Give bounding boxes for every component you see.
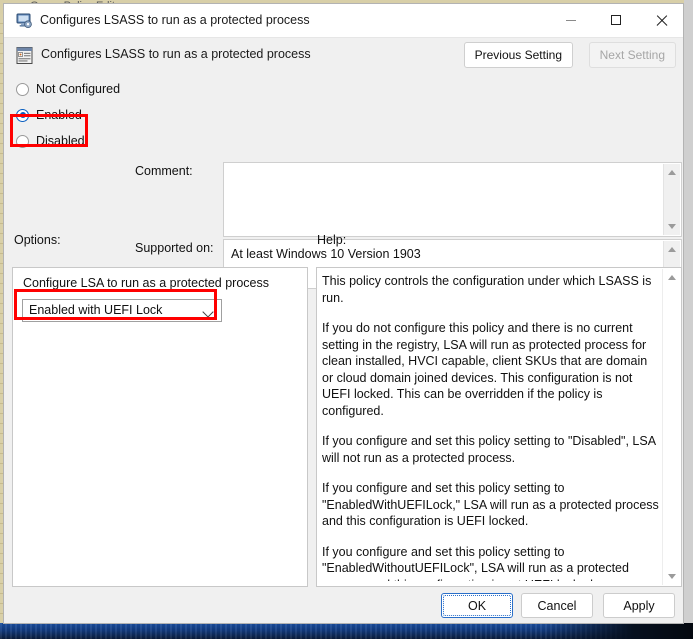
help-paragraph: If you configure and set this policy set… <box>322 481 659 528</box>
window-title: Configures LSASS to run as a protected p… <box>40 13 310 27</box>
supported-on-value: At least Windows 10 Version 1903 <box>231 247 421 261</box>
apply-button[interactable]: Apply <box>603 593 675 618</box>
radio-not-configured-label: Not Configured <box>36 82 121 96</box>
radio-not-configured-mark <box>16 82 29 96</box>
scroll-up-icon[interactable] <box>668 247 676 252</box>
options-section-label: Options: <box>14 233 61 247</box>
option-setting-label: Configure LSA to run as a protected proc… <box>23 276 269 290</box>
supported-on-label: Supported on: <box>135 241 214 255</box>
help-paragraph: If you do not configure this policy and … <box>322 321 648 418</box>
radio-disabled[interactable]: Disabled <box>16 134 85 148</box>
help-paragraph: If you configure and set this policy set… <box>322 434 656 465</box>
policy-setting-icon <box>16 47 33 64</box>
minimize-icon <box>565 20 576 21</box>
previous-setting-button[interactable]: Previous Setting <box>463 42 573 68</box>
help-scrollbar[interactable] <box>662 269 680 585</box>
background-window-right-edge <box>684 0 693 624</box>
lsa-protection-dropdown[interactable]: Enabled with UEFI Lock <box>22 299 222 322</box>
help-section-label: Help: <box>317 233 347 247</box>
scroll-down-icon[interactable] <box>667 574 676 579</box>
ok-button-label: OK <box>467 598 487 613</box>
policy-window-icon <box>16 13 32 28</box>
radio-not-configured[interactable]: Not Configured <box>16 82 120 96</box>
comment-scrollbar[interactable] <box>663 164 680 235</box>
options-panel: Configure LSA to run as a protected proc… <box>12 267 308 587</box>
ok-button[interactable]: OK <box>441 593 513 618</box>
maximize-button[interactable] <box>593 4 638 36</box>
dialog-header: Configures LSASS to run as a protected p… <box>4 38 683 74</box>
radio-enabled[interactable]: Enabled <box>16 108 82 122</box>
help-paragraph: This policy controls the configuration u… <box>322 274 652 305</box>
close-button[interactable] <box>638 4 683 36</box>
scroll-up-icon[interactable] <box>668 170 676 175</box>
title-bar: Configures LSASS to run as a protected p… <box>4 4 683 38</box>
help-panel: This policy controls the configuration u… <box>316 267 682 587</box>
minimize-button[interactable] <box>548 4 593 36</box>
radio-enabled-mark <box>16 108 29 122</box>
scroll-down-icon[interactable] <box>668 224 676 229</box>
cancel-button[interactable]: Cancel <box>521 593 593 618</box>
close-icon <box>655 14 667 26</box>
screen: Group Policy Editor Configures LSASS to … <box>0 0 693 639</box>
state-and-metadata-pane: Not Configured Enabled Disabled Comment:… <box>4 74 683 289</box>
desktop-taskbar-right-region <box>543 623 693 639</box>
comment-input[interactable] <box>223 162 682 237</box>
scroll-up-icon[interactable] <box>667 275 676 280</box>
radio-disabled-mark <box>16 134 29 148</box>
comment-label: Comment: <box>135 164 193 178</box>
help-paragraph: If you configure and set this policy set… <box>322 544 629 582</box>
lsa-protection-dropdown-value: Enabled with UEFI Lock <box>29 303 163 317</box>
dialog-footer: OK Cancel Apply <box>4 593 683 624</box>
maximize-icon <box>610 15 621 25</box>
radio-enabled-label: Enabled <box>36 108 82 122</box>
policy-setting-dialog: Configures LSASS to run as a protected p… <box>3 3 684 624</box>
chevron-down-icon <box>202 306 214 318</box>
help-text: This policy controls the configuration u… <box>322 273 659 581</box>
radio-disabled-label: Disabled <box>36 134 85 148</box>
policy-title: Configures LSASS to run as a protected p… <box>41 47 311 61</box>
next-setting-button: Next Setting <box>588 42 676 68</box>
